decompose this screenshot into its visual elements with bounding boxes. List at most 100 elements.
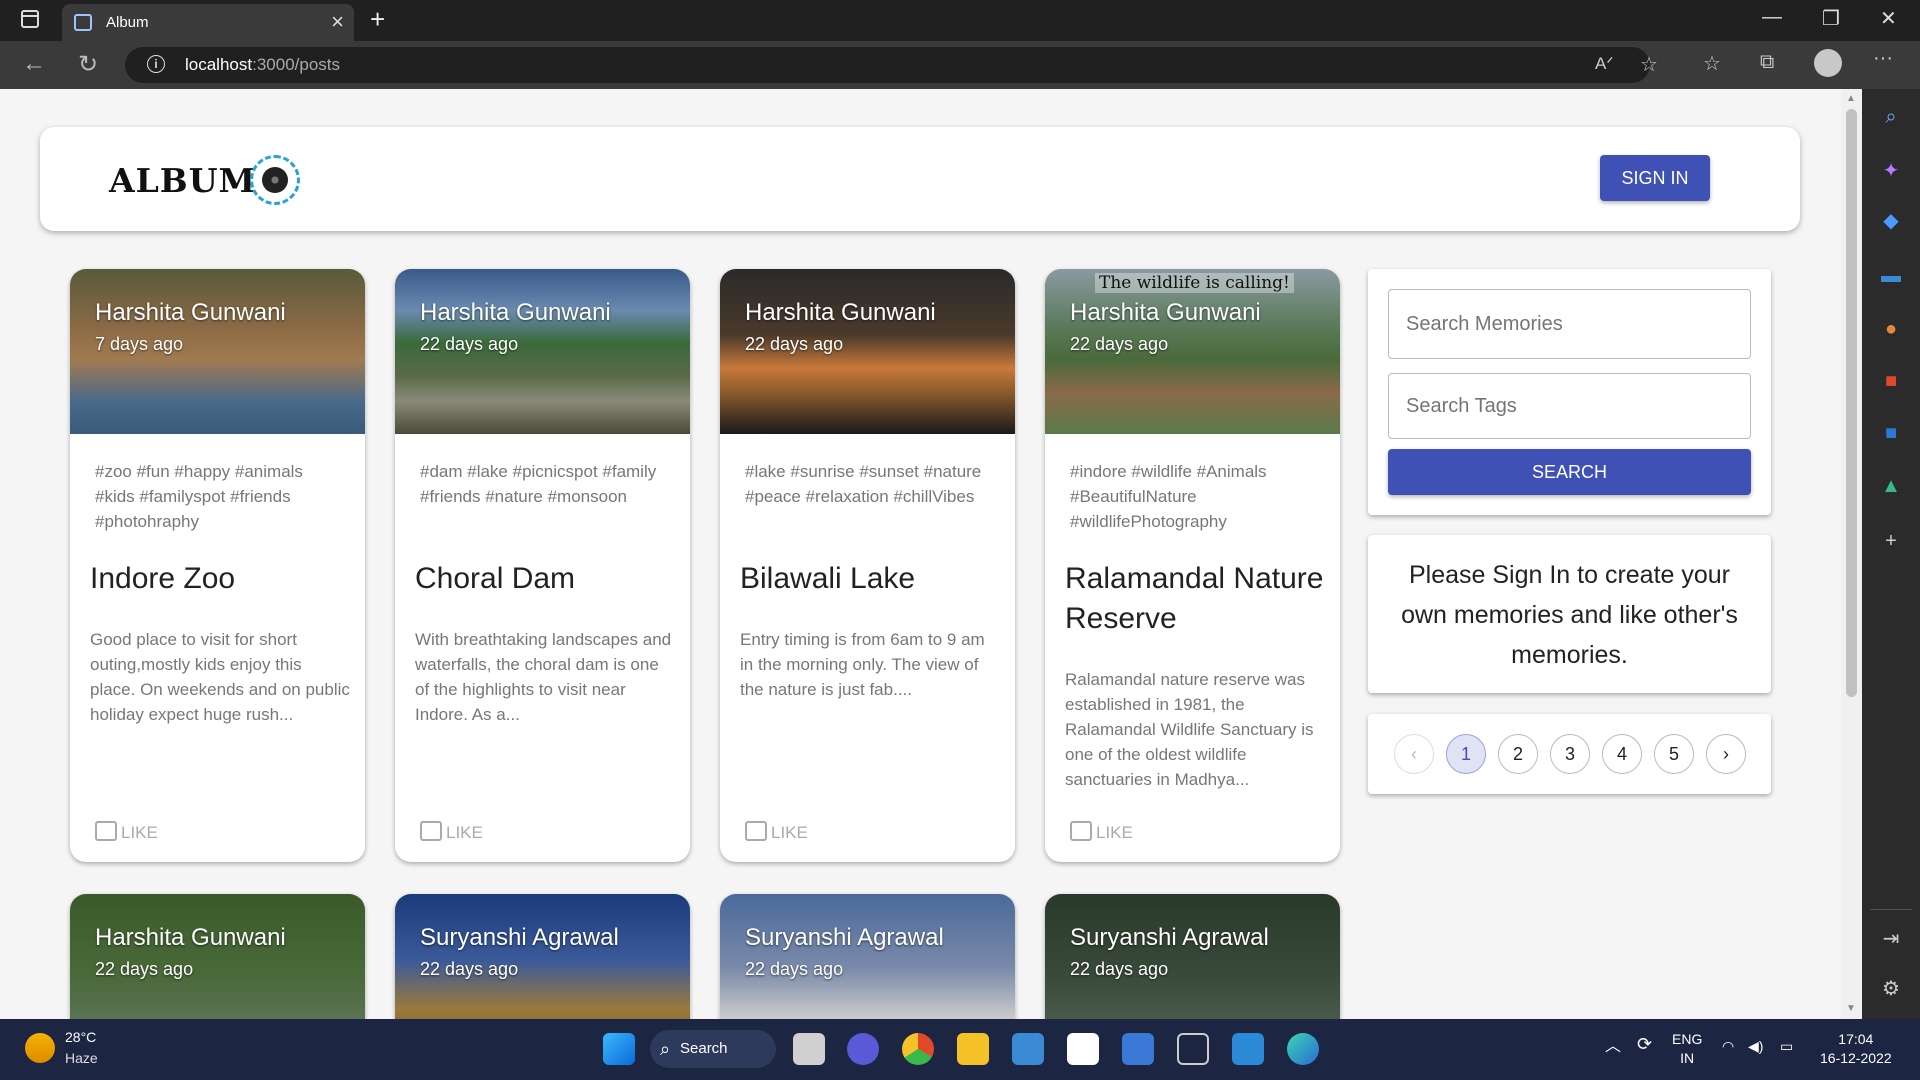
post-message: With breathtaking landscapes and waterfa…	[415, 630, 672, 724]
vscode-icon[interactable]	[1232, 1033, 1264, 1065]
taskbar-search-button[interactable]: Search	[650, 1030, 776, 1068]
post-card: Harshita Gunwani 7 days ago #zoo #fun #h…	[70, 269, 365, 862]
post-time: 22 days ago	[745, 959, 844, 979]
like-button[interactable]: LIKE	[95, 821, 158, 843]
post-message: Entry timing is from 6am to 9 am in the …	[740, 630, 985, 699]
scroll-thumb[interactable]	[1846, 109, 1857, 697]
page-button-3[interactable]: 3	[1550, 734, 1590, 774]
app-launcher-icon[interactable]	[1177, 1033, 1209, 1065]
favicon-icon	[74, 14, 92, 31]
address-bar: ← ↻ i localhost:3000/posts Aᐟ ☆ ☆ ⧉ ···	[0, 41, 1920, 89]
search-memories-input[interactable]	[1388, 289, 1751, 359]
thumb-up-icon	[1070, 821, 1092, 841]
app-header: ALBUM SIGN IN	[40, 127, 1800, 231]
collections-icon[interactable]: ⧉	[1760, 51, 1774, 74]
post-card: Suryanshi Agrawal 22 days ago	[395, 894, 690, 1019]
post-image: The wildlife is calling! Harshita Gunwan…	[1045, 269, 1340, 434]
page-next-button[interactable]: ›	[1706, 734, 1746, 774]
page-button-2[interactable]: 2	[1498, 734, 1538, 774]
post-author: Suryanshi Agrawal	[1070, 924, 1269, 951]
post-card: Suryanshi Agrawal 22 days ago	[1045, 894, 1340, 1019]
language-code[interactable]: ENG	[1672, 1031, 1702, 1047]
refresh-icon[interactable]: ↻	[78, 50, 98, 79]
add-app-icon[interactable]: +	[1879, 529, 1903, 553]
sidebar-settings-icon[interactable]: ⚙	[1879, 977, 1903, 1001]
add-favorite-icon[interactable]: ☆	[1640, 52, 1658, 77]
back-icon[interactable]: ←	[22, 50, 46, 78]
url-input[interactable]: i localhost:3000/posts Aᐟ ☆	[125, 47, 1658, 83]
post-author: Suryanshi Agrawal	[745, 924, 944, 951]
thumb-up-icon	[95, 821, 117, 841]
weather-haze-icon[interactable]	[25, 1033, 55, 1063]
profile-avatar[interactable]	[1814, 49, 1842, 77]
post-image: Suryanshi Agrawal 22 days ago	[720, 894, 1015, 1019]
read-aloud-icon[interactable]: Aᐟ	[1595, 54, 1614, 74]
hide-sidebar-icon[interactable]: ⇥	[1879, 927, 1903, 951]
sign-in-button[interactable]: SIGN IN	[1600, 155, 1710, 201]
scroll-up-icon[interactable]: ▲	[1846, 93, 1856, 104]
task-view-icon[interactable]	[793, 1033, 825, 1065]
search-button[interactable]: SEARCH	[1388, 449, 1751, 495]
sync-icon[interactable]: ⟳	[1637, 1035, 1652, 1054]
post-tags: #zoo #fun #happy #animals #kids #familys…	[95, 462, 303, 531]
tab-actions-icon[interactable]	[21, 10, 39, 28]
page-prev-button[interactable]: ‹	[1394, 734, 1434, 774]
site-info-icon[interactable]: i	[147, 55, 165, 73]
image-caption: The wildlife is calling!	[1095, 273, 1294, 293]
mail-icon[interactable]	[1012, 1033, 1044, 1065]
sidebar-divider	[1870, 909, 1912, 910]
page-button-4[interactable]: 4	[1602, 734, 1642, 774]
battery-icon[interactable]: ▭	[1780, 1037, 1793, 1056]
file-explorer-icon[interactable]	[957, 1033, 989, 1065]
post-author: Harshita Gunwani	[1070, 299, 1261, 326]
shopping-icon[interactable]: ◆	[1879, 209, 1903, 233]
dropbox-icon[interactable]	[1122, 1033, 1154, 1065]
page-button-5[interactable]: 5	[1654, 734, 1694, 774]
region-code[interactable]: IN	[1680, 1050, 1694, 1066]
tab-title: Album	[106, 14, 149, 31]
tools-icon[interactable]: ▬	[1879, 264, 1903, 288]
page-button-1[interactable]: 1	[1446, 734, 1486, 774]
like-button[interactable]: LIKE	[1070, 821, 1133, 843]
pagination-panel: ‹ 1 2 3 4 5 ›	[1368, 714, 1771, 794]
tab-close-icon[interactable]: ×	[331, 9, 344, 35]
outlook-icon[interactable]: ■	[1879, 421, 1903, 445]
games-icon[interactable]: ●	[1879, 317, 1903, 341]
teams-chat-icon[interactable]	[847, 1033, 879, 1065]
wifi-icon[interactable]: ◠	[1722, 1037, 1734, 1056]
post-image: Suryanshi Agrawal 22 days ago	[395, 894, 690, 1019]
signin-notice-panel: Please Sign In to create your own memori…	[1368, 535, 1771, 693]
post-image: Harshita Gunwani 7 days ago	[70, 269, 365, 434]
clock-date[interactable]: 16-12-2022	[1820, 1050, 1892, 1066]
minimize-icon[interactable]: —	[1762, 6, 1782, 29]
post-title: Ralamandal Nature Reserve	[1065, 562, 1324, 635]
post-time: 22 days ago	[420, 959, 519, 979]
new-tab-icon[interactable]: +	[370, 4, 385, 35]
restore-icon[interactable]: ❐	[1822, 6, 1840, 31]
like-label: LIKE	[1096, 823, 1133, 842]
page-scrollbar[interactable]: ▲ ▼	[1841, 89, 1862, 1019]
url-host: localhost	[185, 55, 253, 74]
amazon-icon[interactable]	[1067, 1033, 1099, 1065]
like-button[interactable]: LIKE	[745, 821, 808, 843]
search-tags-input[interactable]	[1388, 373, 1751, 439]
volume-icon[interactable]: ◀)	[1748, 1037, 1763, 1056]
clock-time[interactable]: 17:04	[1838, 1031, 1873, 1047]
start-icon[interactable]	[603, 1033, 635, 1065]
edge-sidebar: ⌕ ✦ ◆ ▬ ● ■ ■ ▲ + ⇥ ⚙	[1862, 89, 1920, 1019]
window-close-icon[interactable]: ✕	[1880, 6, 1897, 31]
sidebar-search-icon[interactable]: ⌕	[1879, 105, 1903, 129]
favorites-icon[interactable]: ☆	[1703, 51, 1721, 76]
drop-icon[interactable]: ▲	[1879, 474, 1903, 498]
tab-album[interactable]: Album ×	[62, 4, 354, 41]
edge-icon[interactable]	[1287, 1033, 1319, 1065]
like-button[interactable]: LIKE	[420, 821, 483, 843]
office-icon[interactable]: ■	[1879, 369, 1903, 393]
scroll-down-icon[interactable]: ▼	[1846, 1003, 1856, 1014]
copilot-icon[interactable]: ✦	[1879, 159, 1903, 183]
browser-tab-bar: Album × + — ❐ ✕	[0, 0, 1920, 41]
chrome-icon[interactable]	[902, 1033, 934, 1065]
tray-overflow-icon[interactable]: ︿	[1605, 1037, 1621, 1056]
weather-condition: Haze	[65, 1050, 98, 1066]
more-options-icon[interactable]: ···	[1873, 47, 1893, 70]
